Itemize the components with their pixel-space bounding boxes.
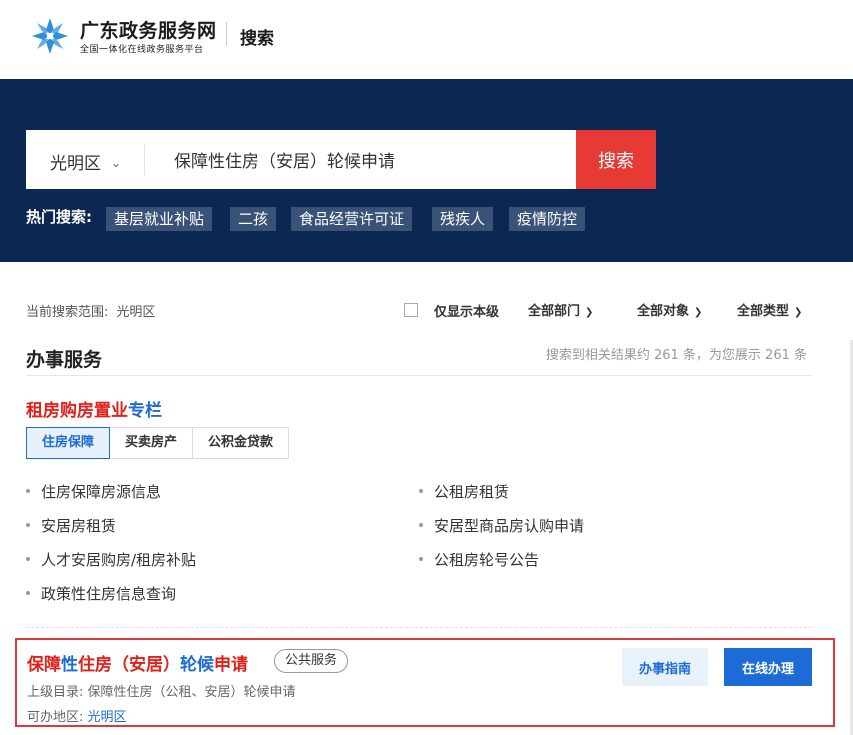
tab-buy-sell-property[interactable]: 买卖房产 xyxy=(110,427,194,459)
list-item[interactable]: 住房保障房源信息 xyxy=(26,481,161,502)
dept-filter[interactable]: 全部部门 ❯ xyxy=(528,300,593,319)
divider xyxy=(26,375,812,376)
title-part: 申请 xyxy=(214,655,248,675)
service-type-badge: 公共服务 xyxy=(274,649,349,673)
search-button[interactable]: 搜索 xyxy=(576,130,656,189)
logo-title[interactable]: 广东政务服务网 xyxy=(80,16,217,43)
only-this-level-checkbox[interactable] xyxy=(404,303,418,317)
page-title: 搜索 xyxy=(240,29,274,49)
area-label: 可办地区: xyxy=(27,710,84,725)
parent-value: 保障性住房（公租、安居）轮候申请 xyxy=(87,685,296,700)
title-part: 轮候 xyxy=(180,655,214,675)
parent-catalog: 上级目录: 保障性住房（公租、安居）轮候申请 xyxy=(27,681,296,700)
parent-label: 上级目录: xyxy=(27,685,84,700)
list-item[interactable]: 安居房租赁 xyxy=(26,515,116,536)
search-scope: 当前搜索范围: 光明区 xyxy=(26,301,155,320)
link-label: 公租房租赁 xyxy=(434,483,510,501)
target-filter-label: 全部对象 xyxy=(637,304,690,319)
logo-subtitle: 全国一体化在线政务服务平台 xyxy=(80,45,204,55)
link-label: 安居型商品房认购申请 xyxy=(434,517,585,535)
area-link[interactable]: 光明区 xyxy=(88,710,127,725)
bullet-icon xyxy=(26,489,30,493)
scope-value: 光明区 xyxy=(116,305,156,320)
chevron-down-icon: ❯ xyxy=(794,307,803,318)
title-part: 保障 xyxy=(27,655,61,675)
link-label: 人才安居购房/租房补贴 xyxy=(41,551,197,569)
title-part: 住房（安居） xyxy=(78,655,180,675)
bullet-icon xyxy=(26,523,30,527)
tab-housing-security[interactable]: 住房保障 xyxy=(26,427,111,459)
tab-provident-fund-loan[interactable]: 公积金贷款 xyxy=(193,427,290,459)
site-header: 广东政务服务网 全国一体化在线政务服务平台 搜索 xyxy=(0,0,853,79)
link-label: 政策性住房信息查询 xyxy=(41,585,177,603)
header-divider xyxy=(226,22,227,46)
hot-tag-disabled[interactable]: 残疾人 xyxy=(432,207,494,231)
column-title-main: 租房购房置业 xyxy=(26,401,128,421)
hot-tag-epidemic[interactable]: 疫情防控 xyxy=(509,207,586,231)
service-guide-button[interactable]: 办事指南 xyxy=(622,648,708,686)
dept-filter-label: 全部部门 xyxy=(528,304,581,319)
column-tabs: 住房保障 买卖房产 公积金贷款 xyxy=(26,427,290,459)
region-value: 光明区 xyxy=(50,154,101,174)
bullet-icon xyxy=(26,557,30,561)
hot-tag-food-license[interactable]: 食品经营许可证 xyxy=(291,207,413,231)
region-select[interactable]: 光明区 ⌄ xyxy=(50,149,121,174)
hot-tag-second-child[interactable]: 二孩 xyxy=(230,207,277,231)
search-input[interactable] xyxy=(174,144,564,174)
scope-label: 当前搜索范围: xyxy=(26,305,109,320)
result-title[interactable]: 保障性住房（安居）轮候申请 xyxy=(27,650,248,675)
bullet-icon xyxy=(419,557,423,561)
gd-logo-icon[interactable] xyxy=(30,16,70,56)
list-item[interactable]: 政策性住房信息查询 xyxy=(26,583,176,604)
column-title-suffix: 专栏 xyxy=(128,401,162,421)
link-label: 公租房轮号公告 xyxy=(434,551,540,569)
divider xyxy=(26,627,812,628)
bullet-icon xyxy=(419,489,423,493)
link-label: 住房保障房源信息 xyxy=(41,483,162,501)
bullet-icon xyxy=(26,591,30,595)
type-filter[interactable]: 全部类型 ❯ xyxy=(737,300,802,319)
only-this-level-label[interactable]: 仅显示本级 xyxy=(434,301,499,320)
list-item[interactable]: 公租房租赁 xyxy=(419,481,509,502)
section-title: 办事服务 xyxy=(26,349,103,371)
result-card: 保障性住房（安居）轮候申请 公共服务 上级目录: 保障性住房（公租、安居）轮候申… xyxy=(15,638,835,727)
list-item[interactable]: 公租房轮号公告 xyxy=(419,549,539,570)
target-filter[interactable]: 全部对象 ❯ xyxy=(637,300,702,319)
region-divider xyxy=(144,145,145,175)
chevron-down-icon: ❯ xyxy=(585,307,594,318)
search-hero: 光明区 ⌄ 搜索 热门搜索: 基层就业补贴 二孩 食品经营许可证 残疾人 疫情防控 xyxy=(0,79,853,262)
hot-tag-jobs-subsidy[interactable]: 基层就业补贴 xyxy=(106,207,213,231)
list-item[interactable]: 人才安居购房/租房补贴 xyxy=(26,549,196,570)
list-item[interactable]: 安居型商品房认购申请 xyxy=(419,515,584,536)
chevron-down-icon: ⌄ xyxy=(111,156,122,170)
hot-search-label: 热门搜索: xyxy=(26,208,92,226)
result-count: 搜索到相关结果约 261 条，为您展示 261 条 xyxy=(545,348,807,363)
type-filter-label: 全部类型 xyxy=(737,304,790,319)
search-box: 光明区 ⌄ xyxy=(26,130,576,189)
title-part: 性 xyxy=(61,655,78,675)
chevron-down-icon: ❯ xyxy=(694,307,703,318)
bullet-icon xyxy=(419,523,423,527)
available-area: 可办地区: 光明区 xyxy=(27,706,127,725)
column-title: 租房购房置业专栏 xyxy=(26,396,162,421)
link-label: 安居房租赁 xyxy=(41,517,117,535)
apply-online-button[interactable]: 在线办理 xyxy=(724,648,812,686)
